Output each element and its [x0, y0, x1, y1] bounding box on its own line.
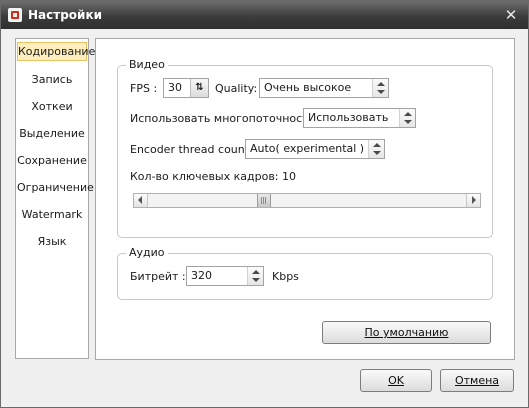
- sidebar-item-encoding[interactable]: Кодирование: [17, 42, 95, 61]
- bitrate-value: 320: [191, 269, 212, 282]
- bitrate-stepper-icon[interactable]: [247, 267, 263, 285]
- fps-value: 30: [168, 81, 182, 94]
- settings-window: Настройки ✕ Кодирование Запись Хоткеи Вы…: [0, 0, 529, 408]
- sidebar-item-saving[interactable]: Сохранение: [17, 151, 87, 170]
- keyframes-slider[interactable]: [133, 193, 481, 208]
- video-group-legend: Видео: [126, 58, 168, 71]
- audio-group-legend: Аудио: [126, 246, 168, 259]
- slider-left-arrow-icon[interactable]: [134, 194, 148, 207]
- cancel-button[interactable]: Отмена: [440, 369, 514, 392]
- ok-button-label: OK: [388, 374, 404, 387]
- keyframes-label: Кол-во ключевых кадров: 10: [130, 170, 297, 183]
- encoder-thread-label: Encoder thread count:: [130, 143, 253, 156]
- fps-input[interactable]: 30 ⇅: [163, 78, 209, 98]
- sidebar-item-selection[interactable]: Выделение: [17, 124, 87, 143]
- quality-select[interactable]: Очень высокое: [259, 78, 389, 98]
- sidebar-item-hotkeys[interactable]: Хоткеи: [17, 97, 87, 116]
- encoder-thread-value: Auto( experimental ): [250, 142, 365, 155]
- settings-sidebar: Кодирование Запись Хоткеи Выделение Сохр…: [15, 38, 95, 359]
- settings-panel: Видео FPS : 30 ⇅ Quality: Очень высокое …: [95, 38, 515, 360]
- multithread-value: Использовать: [308, 111, 389, 124]
- default-button-label: По умолчанию: [364, 326, 449, 339]
- quality-stepper-icon[interactable]: [372, 79, 388, 97]
- encoder-thread-select[interactable]: Auto( experimental ): [245, 139, 385, 159]
- sidebar-item-recording[interactable]: Запись: [17, 70, 87, 89]
- slider-thumb[interactable]: [257, 194, 271, 207]
- slider-right-arrow-icon[interactable]: [466, 194, 480, 207]
- default-button[interactable]: По умолчанию: [322, 321, 491, 344]
- fps-label: FPS :: [130, 82, 158, 95]
- multithread-select[interactable]: Использовать: [303, 108, 416, 128]
- title-bar[interactable]: Настройки ✕: [1, 1, 528, 29]
- fps-stepper-icon[interactable]: ⇅: [190, 79, 208, 97]
- sidebar-item-limits[interactable]: Ограничение: [17, 178, 94, 197]
- multithread-label: Использовать многопоточность:: [130, 112, 319, 125]
- cancel-button-label: Отмена: [454, 374, 500, 387]
- close-button[interactable]: ✕: [501, 5, 521, 25]
- bitrate-input[interactable]: 320: [186, 266, 264, 286]
- quality-value: Очень высокое: [264, 81, 352, 94]
- quality-label: Quality:: [215, 82, 258, 95]
- app-icon: [8, 8, 22, 22]
- sidebar-item-language[interactable]: Язык: [17, 232, 87, 251]
- sidebar-item-watermark[interactable]: Watermark: [17, 205, 87, 224]
- ok-button[interactable]: OK: [360, 369, 432, 392]
- window-title: Настройки: [28, 8, 103, 22]
- multithread-stepper-icon[interactable]: [399, 109, 415, 127]
- bitrate-label: Битрейт :: [130, 270, 186, 283]
- bitrate-unit: Kbps: [272, 270, 299, 283]
- encoder-thread-stepper-icon[interactable]: [368, 140, 384, 158]
